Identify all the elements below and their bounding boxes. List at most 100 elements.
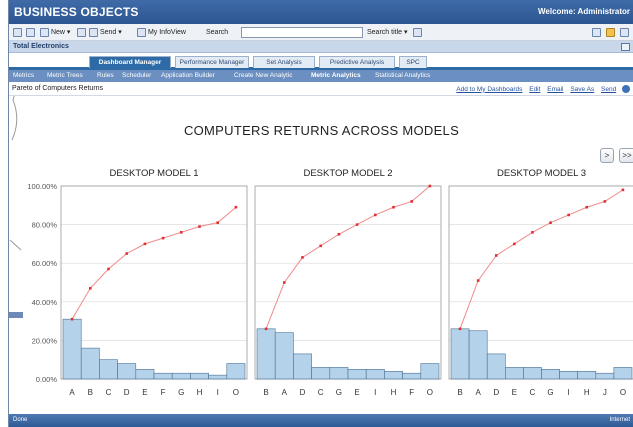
bar — [486, 353, 506, 380]
cumulative-point — [216, 221, 219, 224]
cumulative-point — [355, 223, 359, 226]
cumulative-point — [301, 256, 304, 259]
chart-title: DESKTOP MODEL 3 — [497, 168, 586, 179]
cumulative-point — [494, 254, 498, 257]
bar — [541, 369, 560, 380]
bar — [523, 367, 542, 380]
bar — [329, 367, 349, 380]
chart-panel-2: DESKTOP MODEL 2 B A D C G E I H F O — [254, 168, 442, 397]
y-tick-label: 100.00% — [27, 182, 57, 191]
cumulative-point — [585, 205, 589, 209]
status-right: Internet — [609, 417, 630, 423]
x-tick-label: A — [69, 388, 75, 397]
x-tick-label: C — [318, 388, 324, 397]
x-tick-label: D — [124, 388, 130, 397]
bar — [153, 372, 173, 380]
cumulative-point — [476, 279, 480, 282]
bar — [613, 367, 633, 380]
bar — [311, 367, 331, 380]
x-tick-label: O — [233, 388, 239, 397]
cumulative-line — [265, 185, 431, 330]
bar — [190, 372, 209, 380]
cumulative-point — [234, 205, 238, 209]
status-bar: Done Internet — [9, 414, 633, 427]
status-left: Done — [13, 417, 28, 423]
bar — [450, 328, 470, 380]
y-tick-label: 20.00% — [32, 336, 58, 345]
bar — [420, 363, 440, 380]
x-tick-label: E — [354, 388, 359, 397]
bar — [256, 328, 276, 380]
x-tick-label: B — [88, 388, 93, 397]
cumulative-point — [107, 267, 110, 271]
bar — [226, 363, 246, 380]
bar — [595, 372, 615, 380]
bar — [135, 369, 155, 380]
chart-title: DESKTOP MODEL 1 — [109, 168, 198, 179]
x-tick-label: D — [300, 388, 306, 397]
y-tick-label: 60.00% — [32, 259, 58, 268]
y-tick-label: 80.00% — [32, 221, 58, 230]
x-tick-label: O — [620, 388, 626, 397]
x-tick-label: F — [409, 388, 414, 397]
cumulative-point — [392, 205, 395, 209]
x-tick-label: F — [161, 388, 166, 397]
bar — [365, 369, 385, 380]
cumulative-point — [513, 242, 516, 246]
cumulative-point — [125, 252, 128, 255]
bar — [99, 359, 118, 380]
bar — [504, 367, 524, 380]
bar — [208, 374, 228, 380]
app-window: BUSINESS OBJECTS Welcome: Administrator … — [8, 0, 633, 427]
bar — [62, 318, 82, 380]
x-tick-label: G — [178, 388, 184, 397]
chart-panel-1: DESKTOP MODEL 1 A B C D E F G H I O — [60, 168, 248, 397]
chart-panel-3: DESKTOP MODEL 3 B A D E C G I H J O — [448, 168, 633, 397]
bar — [384, 370, 403, 380]
cumulative-point — [161, 236, 165, 240]
cumulative-point — [180, 231, 183, 234]
cumulative-point — [428, 184, 432, 188]
x-tick-label: D — [493, 388, 499, 397]
bar — [577, 370, 597, 380]
x-tick-label: E — [512, 388, 517, 397]
x-tick-label: I — [568, 388, 570, 397]
x-tick-label: J — [603, 388, 607, 397]
x-tick-label: G — [547, 388, 553, 397]
cumulative-point — [70, 317, 74, 321]
x-tick-label: B — [263, 388, 268, 397]
bar — [559, 370, 578, 380]
cumulative-point — [621, 188, 625, 192]
cumulative-point — [603, 200, 607, 203]
x-tick-label: E — [142, 388, 147, 397]
x-tick-label: C — [530, 388, 536, 397]
x-tick-label: C — [106, 388, 112, 397]
x-tick-label: H — [197, 388, 203, 397]
bar — [171, 372, 191, 380]
cumulative-point — [283, 281, 286, 284]
bar — [402, 372, 422, 380]
y-tick-label: 40.00% — [32, 298, 58, 307]
y-tick-label: 0.00% — [36, 375, 58, 384]
cumulative-point — [198, 225, 201, 228]
bar — [274, 332, 294, 380]
cumulative-point — [549, 221, 552, 224]
x-tick-label: G — [336, 388, 342, 397]
x-tick-label: I — [374, 388, 376, 397]
cumulative-point — [264, 327, 268, 331]
bar — [347, 369, 367, 380]
cumulative-point — [319, 244, 322, 248]
pareto-charts: 0.00% 20.00% 40.00% 60.00% 80.00% 100.00% DESK… — [27, 168, 633, 397]
x-tick-label: H — [391, 388, 397, 397]
cumulative-line — [459, 189, 624, 329]
cumulative-point — [337, 232, 341, 236]
cumulative-point — [567, 213, 570, 217]
bar — [80, 347, 100, 380]
cumulative-point — [531, 231, 534, 234]
x-tick-label: B — [457, 388, 462, 397]
x-tick-label: O — [427, 388, 433, 397]
cumulative-point — [410, 200, 413, 203]
bar — [293, 353, 312, 380]
bar — [117, 363, 137, 380]
cumulative-point — [89, 286, 92, 290]
